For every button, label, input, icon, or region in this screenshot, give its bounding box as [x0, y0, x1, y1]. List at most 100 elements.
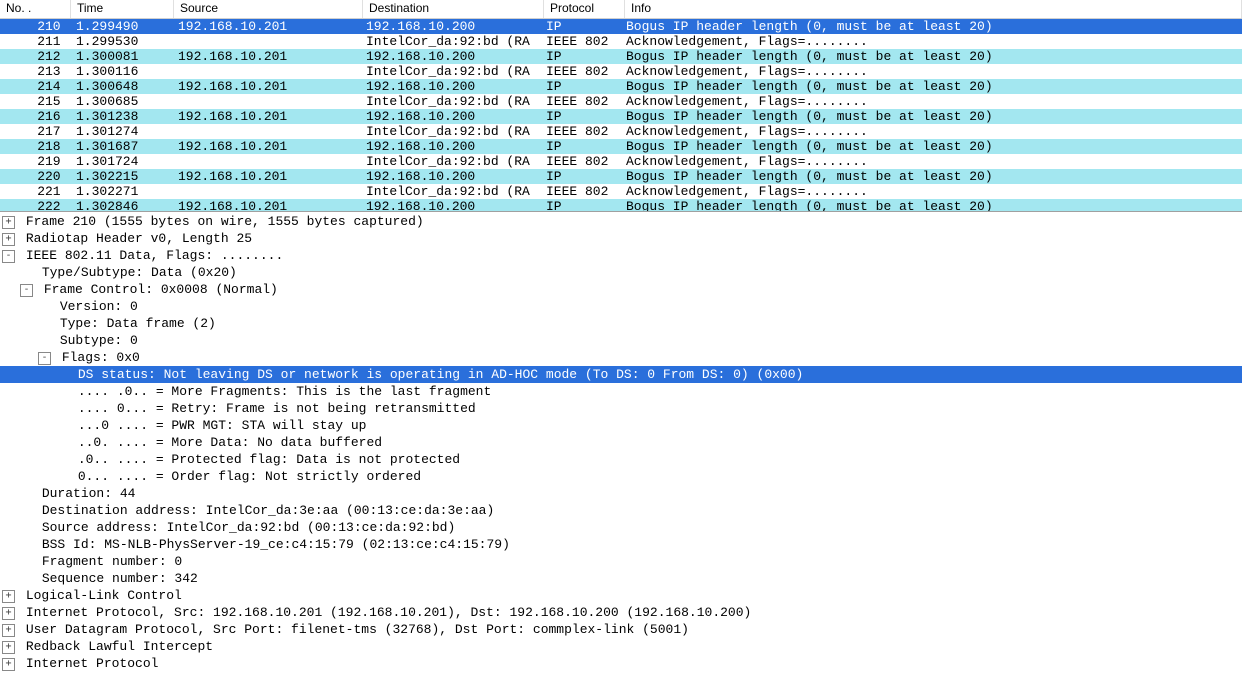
col-header-no[interactable]: No. . — [0, 0, 71, 18]
packet-row[interactable]: 2131.300116IntelCor_da:92:bd (RAIEEE 802… — [0, 64, 1242, 79]
expand-icon[interactable]: + — [2, 607, 15, 620]
cell-info: Bogus IP header length (0, must be at le… — [620, 79, 1242, 94]
col-header-protocol[interactable]: Protocol — [544, 0, 625, 18]
packet-row[interactable]: 2191.301724IntelCor_da:92:bd (RAIEEE 802… — [0, 154, 1242, 169]
detail-row[interactable]: Destination address: IntelCor_da:3e:aa (… — [0, 502, 1242, 519]
detail-row[interactable]: .... 0... = Retry: Frame is not being re… — [0, 400, 1242, 417]
expand-icon[interactable]: + — [2, 233, 15, 246]
cell-info: Bogus IP header length (0, must be at le… — [620, 49, 1242, 64]
packet-row[interactable]: 2141.300648192.168.10.201192.168.10.200I… — [0, 79, 1242, 94]
tree-spacer — [38, 301, 49, 312]
cell-info: Acknowledgement, Flags=........ — [620, 184, 1242, 199]
col-header-source[interactable]: Source — [174, 0, 363, 18]
detail-row[interactable]: - Flags: 0x0 — [0, 349, 1242, 366]
col-header-info[interactable]: Info — [625, 0, 1242, 18]
packet-row[interactable]: 2101.299490192.168.10.201192.168.10.200I… — [0, 19, 1242, 34]
expand-icon[interactable]: + — [2, 641, 15, 654]
detail-row[interactable]: + Internet Protocol — [0, 655, 1242, 672]
detail-row[interactable]: BSS Id: MS-NLB-PhysServer-19_ce:c4:15:79… — [0, 536, 1242, 553]
tree-spacer — [20, 522, 31, 533]
detail-row[interactable]: + Radiotap Header v0, Length 25 — [0, 230, 1242, 247]
packet-list-body[interactable]: 2101.299490192.168.10.201192.168.10.200I… — [0, 19, 1242, 211]
detail-row[interactable]: Sequence number: 342 — [0, 570, 1242, 587]
packet-row[interactable]: 2221.302846192.168.10.201192.168.10.200I… — [0, 199, 1242, 211]
col-header-time[interactable]: Time — [71, 0, 174, 18]
cell-no: 213 — [0, 64, 70, 79]
cell-proto: IP — [540, 79, 620, 94]
cell-dst: 192.168.10.200 — [360, 79, 540, 94]
detail-text: .... .0.. = More Fragments: This is the … — [78, 383, 491, 400]
expand-icon[interactable]: + — [2, 216, 15, 229]
tree-spacer — [56, 420, 67, 431]
cell-info: Acknowledgement, Flags=........ — [620, 94, 1242, 109]
detail-row[interactable]: Version: 0 — [0, 298, 1242, 315]
detail-row[interactable]: + Redback Lawful Intercept — [0, 638, 1242, 655]
detail-row[interactable]: .... .0.. = More Fragments: This is the … — [0, 383, 1242, 400]
packet-row[interactable]: 2161.301238192.168.10.201192.168.10.200I… — [0, 109, 1242, 124]
detail-row[interactable]: - Frame Control: 0x0008 (Normal) — [0, 281, 1242, 298]
detail-text: Frame Control: 0x0008 (Normal) — [44, 281, 278, 298]
detail-text: Destination address: IntelCor_da:3e:aa (… — [42, 502, 494, 519]
expand-icon[interactable]: + — [2, 590, 15, 603]
detail-text: Duration: 44 — [42, 485, 136, 502]
packet-row[interactable]: 2181.301687192.168.10.201192.168.10.200I… — [0, 139, 1242, 154]
cell-proto: IEEE 802 — [540, 124, 620, 139]
cell-dst: IntelCor_da:92:bd (RA — [360, 34, 540, 49]
tree-spacer — [20, 539, 31, 550]
cell-time: 1.300116 — [70, 64, 172, 79]
cell-no: 214 — [0, 79, 70, 94]
detail-row[interactable]: Type: Data frame (2) — [0, 315, 1242, 332]
detail-row[interactable]: Fragment number: 0 — [0, 553, 1242, 570]
detail-row[interactable]: DS status: Not leaving DS or network is … — [0, 366, 1242, 383]
cell-proto: IEEE 802 — [540, 34, 620, 49]
tree-spacer — [20, 267, 31, 278]
cell-src — [172, 94, 360, 109]
expand-icon[interactable]: + — [2, 658, 15, 671]
expand-icon[interactable]: + — [2, 624, 15, 637]
packet-row[interactable]: 2151.300685IntelCor_da:92:bd (RAIEEE 802… — [0, 94, 1242, 109]
detail-row[interactable]: ...0 .... = PWR MGT: STA will stay up — [0, 417, 1242, 434]
detail-text: ...0 .... = PWR MGT: STA will stay up — [78, 417, 367, 434]
detail-text: User Datagram Protocol, Src Port: filene… — [26, 621, 689, 638]
detail-row[interactable]: + Frame 210 (1555 bytes on wire, 1555 by… — [0, 213, 1242, 230]
detail-row[interactable]: Source address: IntelCor_da:92:bd (00:13… — [0, 519, 1242, 536]
cell-no: 220 — [0, 169, 70, 184]
cell-dst: 192.168.10.200 — [360, 139, 540, 154]
packet-row[interactable]: 2121.300081192.168.10.201192.168.10.200I… — [0, 49, 1242, 64]
packet-row[interactable]: 2211.302271IntelCor_da:92:bd (RAIEEE 802… — [0, 184, 1242, 199]
detail-row[interactable]: Type/Subtype: Data (0x20) — [0, 264, 1242, 281]
detail-text: Internet Protocol, Src: 192.168.10.201 (… — [26, 604, 752, 621]
detail-row[interactable]: - IEEE 802.11 Data, Flags: ........ — [0, 247, 1242, 264]
collapse-icon[interactable]: - — [2, 250, 15, 263]
cell-info: Bogus IP header length (0, must be at le… — [620, 169, 1242, 184]
packet-row[interactable]: 2171.301274IntelCor_da:92:bd (RAIEEE 802… — [0, 124, 1242, 139]
detail-row[interactable]: Subtype: 0 — [0, 332, 1242, 349]
cell-time: 1.301238 — [70, 109, 172, 124]
col-header-destination[interactable]: Destination — [363, 0, 544, 18]
cell-no: 221 — [0, 184, 70, 199]
packet-row[interactable]: 2201.302215192.168.10.201192.168.10.200I… — [0, 169, 1242, 184]
tree-spacer — [38, 318, 49, 329]
tree-spacer — [56, 471, 67, 482]
collapse-icon[interactable]: - — [20, 284, 33, 297]
cell-no: 218 — [0, 139, 70, 154]
collapse-icon[interactable]: - — [38, 352, 51, 365]
detail-row[interactable]: ..0. .... = More Data: No data buffered — [0, 434, 1242, 451]
cell-src: 192.168.10.201 — [172, 199, 360, 211]
detail-text: Fragment number: 0 — [42, 553, 182, 570]
detail-row[interactable]: .0.. .... = Protected flag: Data is not … — [0, 451, 1242, 468]
detail-text: Type/Subtype: Data (0x20) — [42, 264, 237, 281]
packet-row[interactable]: 2111.299530IntelCor_da:92:bd (RAIEEE 802… — [0, 34, 1242, 49]
packet-details-pane[interactable]: + Frame 210 (1555 bytes on wire, 1555 by… — [0, 212, 1242, 677]
cell-dst: 192.168.10.200 — [360, 49, 540, 64]
cell-no: 216 — [0, 109, 70, 124]
detail-row[interactable]: Duration: 44 — [0, 485, 1242, 502]
detail-text: Internet Protocol — [26, 655, 159, 672]
cell-src: 192.168.10.201 — [172, 169, 360, 184]
detail-row[interactable]: 0... .... = Order flag: Not strictly ord… — [0, 468, 1242, 485]
detail-row[interactable]: + Internet Protocol, Src: 192.168.10.201… — [0, 604, 1242, 621]
detail-row[interactable]: + Logical-Link Control — [0, 587, 1242, 604]
cell-no: 219 — [0, 154, 70, 169]
packet-list-header[interactable]: No. . Time Source Destination Protocol I… — [0, 0, 1242, 19]
detail-row[interactable]: + User Datagram Protocol, Src Port: file… — [0, 621, 1242, 638]
